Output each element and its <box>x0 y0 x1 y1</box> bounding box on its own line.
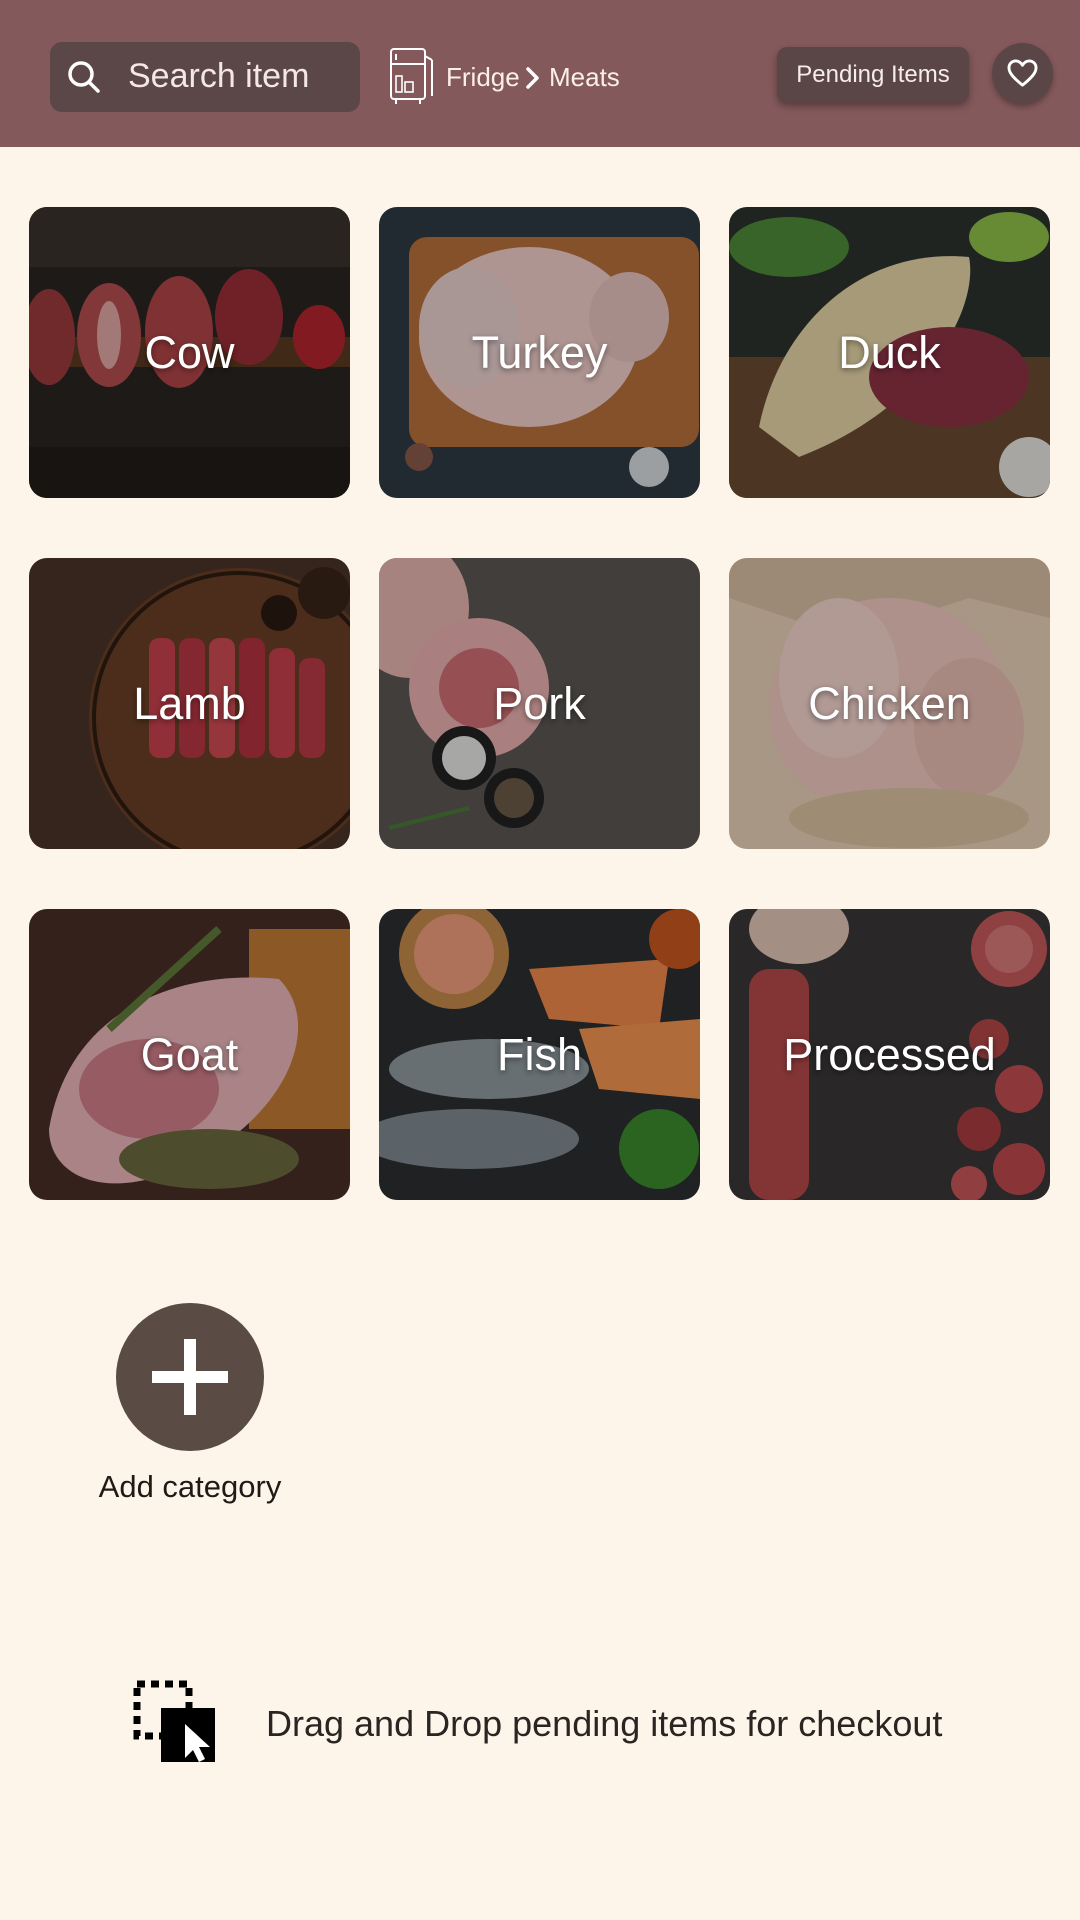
add-category-label: Add category <box>98 1469 282 1504</box>
search-icon <box>68 61 100 93</box>
category-tile-lamb[interactable]: Lamb <box>29 558 350 849</box>
heart-icon <box>1007 59 1038 87</box>
top-bar: Search item Fridge Meats Pending Items <box>0 0 1080 147</box>
category-tile-fish[interactable]: Fish <box>379 909 700 1200</box>
category-tile-processed[interactable]: Processed <box>729 909 1050 1200</box>
favorites-button[interactable] <box>992 43 1053 104</box>
category-label: Turkey <box>471 327 608 378</box>
category-tile-cow[interactable]: Cow <box>29 207 350 498</box>
category-tile-goat[interactable]: Goat <box>29 909 350 1200</box>
category-label: Lamb <box>133 678 246 729</box>
category-label: Pork <box>493 678 586 729</box>
breadcrumb-fridge[interactable]: Fridge <box>446 60 520 94</box>
category-label: Chicken <box>808 678 971 729</box>
add-category-button[interactable] <box>116 1303 264 1451</box>
category-label: Duck <box>838 327 941 378</box>
drag-drop-icon <box>133 1680 215 1762</box>
chevron-right-icon <box>526 67 539 89</box>
drop-zone-text: Drag and Drop pending items for checkout <box>266 1703 943 1744</box>
fridge-icon[interactable] <box>388 46 434 106</box>
category-tile-pork[interactable]: Pork <box>379 558 700 849</box>
search-field[interactable]: Search item <box>50 42 360 112</box>
plus-icon <box>152 1339 228 1415</box>
category-label: Fish <box>496 1029 582 1080</box>
category-tile-turkey[interactable]: Turkey <box>379 207 700 498</box>
category-label: Goat <box>140 1029 239 1080</box>
category-label: Processed <box>783 1029 996 1080</box>
category-label: Cow <box>144 327 235 378</box>
search-placeholder: Search item <box>128 57 310 95</box>
breadcrumb-meats[interactable]: Meats <box>549 60 620 94</box>
pending-items-button[interactable]: Pending Items <box>777 47 969 102</box>
category-tile-duck[interactable]: Duck <box>729 207 1050 498</box>
category-tile-chicken[interactable]: Chicken <box>729 558 1050 849</box>
